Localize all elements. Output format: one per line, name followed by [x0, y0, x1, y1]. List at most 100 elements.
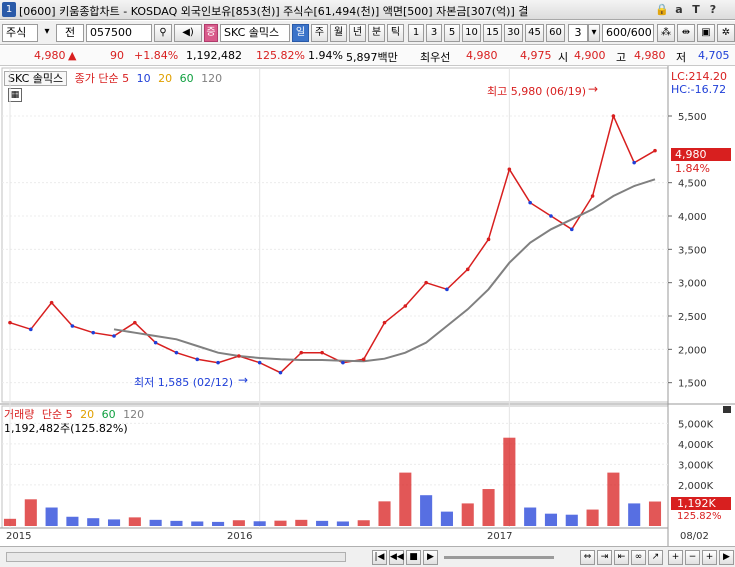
x-label-2017: 2017 — [487, 531, 513, 542]
price-point — [611, 114, 616, 118]
volume-bar — [170, 520, 183, 526]
arrow-icon[interactable]: ↗ — [648, 550, 663, 565]
price-change: 90 — [110, 49, 124, 62]
close-price-line — [9, 113, 656, 374]
minute-option-3[interactable]: 3 — [426, 24, 442, 42]
settings-icon[interactable]: ✲ — [717, 24, 735, 42]
volume-bar — [503, 437, 516, 526]
volume-bar — [440, 511, 453, 526]
zoom-out-icon[interactable]: − — [685, 550, 700, 565]
prev-selector[interactable]: 전 — [56, 24, 84, 42]
split-view-icon[interactable]: ⇹ — [677, 24, 695, 42]
play-icon[interactable]: ▶ — [423, 550, 438, 565]
high-annotation: 최고 5,980 (06/19) — [487, 85, 587, 98]
minute-option-60[interactable]: 60 — [546, 24, 565, 42]
price-pane-frame — [1, 67, 669, 403]
up-arrow-icon: ▲ — [68, 49, 77, 62]
volume-bar — [399, 472, 412, 526]
volume-bar — [295, 519, 308, 526]
minute-option-1[interactable]: 1 — [408, 24, 424, 42]
volume-bar — [648, 501, 662, 526]
turnover-ratio: 1.94% — [308, 49, 343, 62]
stock-name-field: SKC 솔믹스 — [220, 24, 290, 42]
expand-icon[interactable]: ⇤ — [614, 550, 629, 565]
volume-bar — [336, 521, 349, 526]
zoom-reset-icon[interactable]: + — [702, 550, 717, 565]
market-dropdown-icon[interactable]: ▾ — [40, 24, 54, 42]
volume-bar — [149, 519, 162, 526]
low-annotation: 최저 1,585 (02/12) — [134, 376, 234, 389]
price-change-percent: +1.84% — [134, 49, 179, 62]
volume-bar — [212, 521, 225, 526]
scroll-start-icon[interactable]: |◀ — [372, 550, 387, 565]
volume-bar — [66, 516, 79, 526]
search-icon[interactable]: ⚲ — [154, 24, 172, 42]
minute-option-10[interactable]: 10 — [462, 24, 481, 42]
save-icon[interactable]: ▣ — [697, 24, 715, 42]
shrink-icon[interactable]: ⇥ — [597, 550, 612, 565]
price-point — [569, 227, 574, 232]
price-tick-label: 3,000 — [678, 279, 707, 290]
spin-dropdown-icon[interactable]: ▾ — [588, 24, 600, 42]
price-point — [8, 320, 12, 325]
price-point — [299, 350, 304, 355]
current-price: 4,980 — [34, 49, 66, 62]
period-day-button[interactable]: 일 — [292, 24, 309, 42]
lock-icon[interactable]: 🔒 — [655, 2, 669, 17]
help-icon[interactable]: ? — [706, 2, 720, 17]
stock-code-input[interactable]: 057500 — [86, 24, 152, 42]
low-label: 저 — [676, 51, 687, 64]
volume-bar — [524, 507, 537, 526]
quote-row: 4,980 ▲ 90 +1.84% 1,192,482 125.82% 1.94… — [0, 46, 735, 66]
price-point — [153, 340, 158, 345]
price-point — [632, 160, 636, 165]
open-value: 4,900 — [574, 49, 606, 62]
best-ask-value: 4,980 — [466, 49, 498, 62]
period-week-button[interactable]: 주 — [311, 24, 328, 42]
text-size-icon[interactable]: a — [672, 2, 686, 17]
x-label-2016: 2016 — [227, 531, 253, 542]
period-tick-button[interactable]: 틱 — [387, 24, 404, 42]
minute-option-45[interactable]: 45 — [525, 24, 544, 42]
volume-bar — [128, 517, 141, 526]
window-title: [0600] 키움종합차트 - KOSDAQ 외국인보유[853(천)] 주식수… — [19, 5, 529, 18]
open-label: 시 — [558, 51, 569, 64]
chart-tools-icon[interactable]: ⁂ — [657, 24, 675, 42]
period-minute-button[interactable]: 분 — [368, 24, 385, 42]
period-month-button[interactable]: 월 — [330, 24, 347, 42]
minute-option-15[interactable]: 15 — [483, 24, 502, 42]
market-select[interactable]: 주식 — [2, 24, 38, 42]
price-point — [486, 237, 491, 242]
fit-icon[interactable]: ⇔ — [580, 550, 595, 565]
minute-option-5[interactable]: 5 — [444, 24, 460, 42]
price-tick-label: 2,500 — [678, 312, 707, 323]
price-point — [133, 320, 137, 325]
stop-icon[interactable]: ■ — [406, 550, 421, 565]
price-point — [382, 320, 387, 325]
font-icon[interactable]: T — [689, 2, 703, 17]
volume-bar — [274, 520, 287, 526]
chart-canvas[interactable]: 1,500 2,000 2,500 3,000 3,500 4,000 4,500 5,500… — [0, 66, 735, 546]
sound-icon[interactable]: ◀) — [174, 24, 202, 42]
volume-bar — [586, 509, 599, 526]
price-tick-label: 4,000 — [678, 212, 707, 223]
price-tick-label: 4,500 — [678, 179, 707, 190]
volume-pane-frame — [1, 405, 669, 529]
price-point — [91, 330, 96, 335]
price-point — [237, 354, 241, 358]
volume-ratio: 125.82% — [256, 49, 305, 62]
price-tick-label: 5,500 — [678, 112, 707, 123]
best-bid-label: 최우선 — [420, 51, 451, 64]
scroll-back-icon[interactable]: ◀◀ — [389, 550, 404, 565]
spin-input[interactable]: 3 — [568, 24, 588, 42]
scroll-end-icon[interactable]: ▶ — [719, 550, 734, 565]
period-year-button[interactable]: 년 — [349, 24, 366, 42]
data-count-field[interactable]: 600/600 — [602, 24, 654, 42]
price-point — [361, 357, 366, 362]
zoom-in-icon[interactable]: + — [668, 550, 683, 565]
link-icon[interactable]: ∞ — [631, 550, 646, 565]
zoom-slider-track[interactable] — [444, 556, 554, 559]
chart-scrollbar[interactable] — [6, 552, 346, 562]
price-point — [507, 167, 512, 172]
minute-option-30[interactable]: 30 — [504, 24, 523, 42]
